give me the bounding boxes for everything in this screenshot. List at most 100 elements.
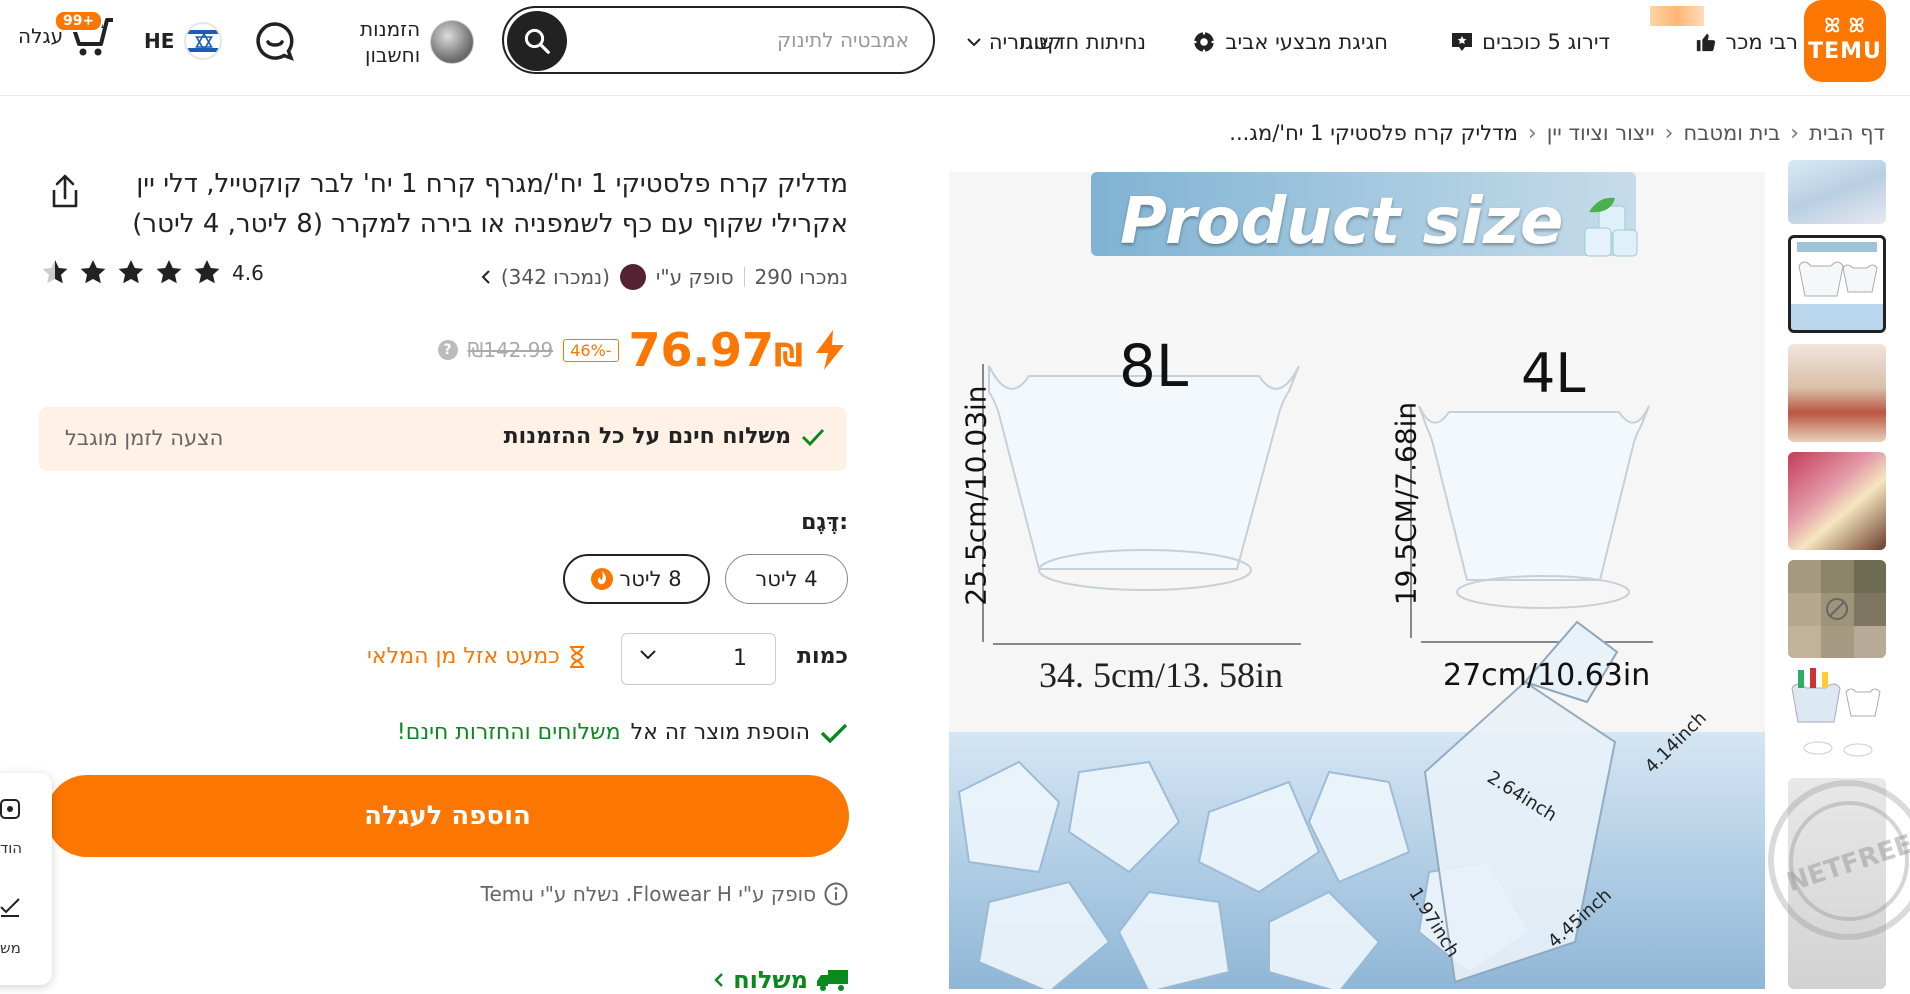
- limited-offer-text: הצעה לזמן מוגבל: [65, 426, 224, 450]
- supplied-by: סופק ע"י: [655, 265, 734, 289]
- help-icon[interactable]: ?: [437, 340, 458, 360]
- nav-label: חגיגת מבצעי אביב: [1225, 30, 1388, 54]
- search-bar: [502, 6, 935, 74]
- lightning-icon: [816, 330, 844, 370]
- low-stock-notice: כמעט אזל מן המלאי: [367, 644, 586, 669]
- promo-pixel-badge: [1650, 6, 1704, 26]
- option-label: 8 ליטר: [619, 567, 682, 591]
- quantity-select[interactable]: 1: [621, 633, 776, 685]
- thumbnail-pixelated-image: [1788, 560, 1886, 658]
- seller-sold-count[interactable]: (נמכרו 342): [501, 265, 610, 289]
- temu-logo[interactable]: ꕤ ꕤ TEMU: [1804, 0, 1886, 82]
- image-8l-width: 34. 5cm/13. 58in: [1039, 655, 1283, 695]
- watermark-shield-icon: NETFREE: [1783, 801, 1910, 921]
- logo-word: TEMU: [1808, 39, 1882, 64]
- image-4l-width: 27cm/10.63in: [1443, 658, 1651, 693]
- shipping-section-header[interactable]: משלוח: [713, 966, 850, 994]
- product-title: מדליק קרח פלסטיקי 1 יח'/מגרף קרח 1 יח' ל…: [132, 169, 848, 239]
- quantity-label: כמות: [797, 644, 848, 669]
- image-banner-text: Product size: [1120, 185, 1564, 259]
- star-badge-icon: [1452, 33, 1473, 51]
- search-button[interactable]: [507, 11, 567, 71]
- nav-category-dropdown[interactable]: קטגוריה: [967, 24, 1062, 60]
- option-8-liter-selected[interactable]: 8 ליטר: [563, 554, 710, 604]
- israel-flag-icon: [184, 22, 223, 60]
- chevron-left-icon[interactable]: [481, 270, 491, 284]
- thumbnail-bucket-image: [1791, 668, 1881, 757]
- price-value: 76.97: [628, 323, 775, 377]
- thumbnail-6[interactable]: [1788, 668, 1886, 766]
- seller-info-text: סופק ע"י Flowear H. נשלח ע"י Temu: [480, 882, 816, 906]
- side-widget-label-2: מש: [0, 939, 21, 957]
- share-button[interactable]: [48, 174, 82, 210]
- sold-count: נמכרו 290: [754, 265, 848, 289]
- nav-label: רבי מכר: [1725, 30, 1798, 54]
- offer-banner: משלוח חינם על כל ההזמנות הצעה לזמן מוגבל: [39, 407, 847, 471]
- breadcrumb-separator: ‹: [1664, 120, 1674, 146]
- notification-icon[interactable]: [0, 797, 22, 821]
- floating-side-widget: הוד מש: [0, 773, 52, 985]
- current-price: 76.97₪: [629, 323, 803, 377]
- chevron-down-icon: [640, 650, 656, 660]
- option-4-liter[interactable]: 4 ליטר: [725, 554, 848, 604]
- image-4l-label: 4L: [1521, 342, 1586, 405]
- price-block: 76.97₪ -46% ₪142.99 ?: [437, 320, 847, 380]
- rating-value: 4.6: [232, 261, 264, 285]
- thumbnail-1[interactable]: [1788, 160, 1886, 224]
- breadcrumb-wine-supplies[interactable]: ייצור וציוד יין: [1547, 121, 1655, 145]
- search-input[interactable]: [609, 8, 909, 72]
- language-selector[interactable]: HE: [144, 22, 223, 60]
- hourglass-icon: [569, 645, 584, 668]
- language-code: HE: [144, 29, 175, 53]
- check-icon: [801, 428, 825, 446]
- seller-info: סופק ע"י Flowear H. נשלח ע"י Temu: [481, 882, 848, 906]
- account-line-1: הזמנות: [360, 17, 421, 41]
- breadcrumb-home-kitchen[interactable]: בית ומטבח: [1683, 121, 1780, 145]
- model-label: דֶּגֶם:: [801, 510, 848, 535]
- thumbnail-5[interactable]: [1788, 560, 1886, 658]
- nav-best-sellers[interactable]: רבי מכר: [1695, 24, 1798, 60]
- free-returns-link[interactable]: משלוחים והחזרות חינם!: [397, 720, 621, 745]
- image-8l-label: 8L: [1119, 332, 1189, 400]
- star-rating-icon: [42, 260, 220, 284]
- low-stock-text: כמעט אזל מן המלאי: [367, 644, 560, 669]
- hot-flame-icon: [591, 568, 614, 590]
- side-widget-label-1: הוד: [0, 839, 23, 857]
- share-icon: [52, 174, 78, 208]
- shipping-section-label: משלוח: [733, 966, 808, 994]
- nav-five-stars[interactable]: דירוג 5 כוכבים: [1450, 24, 1610, 60]
- chevron-left-icon: [714, 973, 724, 987]
- logo-symbol: ꕤ ꕤ: [1824, 15, 1866, 37]
- nav-label: דירוג 5 כוכבים: [1482, 30, 1610, 54]
- cart-count-badge: 99+: [54, 10, 104, 32]
- free-shipping-line: משלוח חינם על כל ההזמנות: [504, 424, 825, 449]
- chat-smile-icon: [256, 22, 294, 61]
- info-icon[interactable]: [824, 882, 848, 906]
- image-4l-height: 19.5CM/7.68in: [1389, 401, 1423, 606]
- breadcrumb-home[interactable]: דף הבית: [1809, 121, 1885, 145]
- main-product-image[interactable]: Product size 8L 4L 25.5cm/10.03in 19.5CM…: [949, 172, 1765, 989]
- product-meta: נמכרו 290 סופק ע"י (נמכרו 342): [481, 262, 848, 292]
- checklist-icon[interactable]: [0, 895, 22, 919]
- chevron-down-icon: [967, 38, 981, 47]
- free-returns-line: הוספת מוצר זה אל משלוחים והחזרות חינם!: [397, 720, 848, 745]
- breadcrumb-current: מדליק קרח פלסטיקי 1 יח'/מג...: [1229, 121, 1518, 145]
- thumbnail-4[interactable]: [1788, 452, 1886, 550]
- currency-symbol: ₪: [774, 336, 803, 374]
- add-to-cart-button[interactable]: הוספה לעגלה: [46, 775, 849, 857]
- account-orders[interactable]: הזמנות וחשבון: [360, 16, 475, 68]
- account-label: הזמנות וחשבון: [360, 16, 420, 68]
- image-8l-height: 25.5cm/10.03in: [959, 385, 993, 606]
- breadcrumb: דף הבית ‹ בית ומטבח ‹ ייצור וציוד יין ‹ …: [1229, 118, 1885, 148]
- thumbnail-2-selected[interactable]: [1788, 235, 1886, 333]
- nav-spring-sale[interactable]: חגיגת מבצעי אביב: [1191, 24, 1388, 60]
- thumbnail-3[interactable]: [1788, 344, 1886, 442]
- check-icon: [820, 723, 848, 743]
- rating[interactable]: 4.6: [40, 258, 264, 288]
- svg-text:NETFREE: NETFREE: [1783, 829, 1910, 898]
- search-icon: [524, 28, 550, 54]
- option-label: 4 ליטר: [755, 567, 818, 591]
- seller-avatar: [619, 264, 646, 290]
- support-chat-button[interactable]: [254, 20, 296, 62]
- original-price: ₪142.99: [467, 338, 554, 362]
